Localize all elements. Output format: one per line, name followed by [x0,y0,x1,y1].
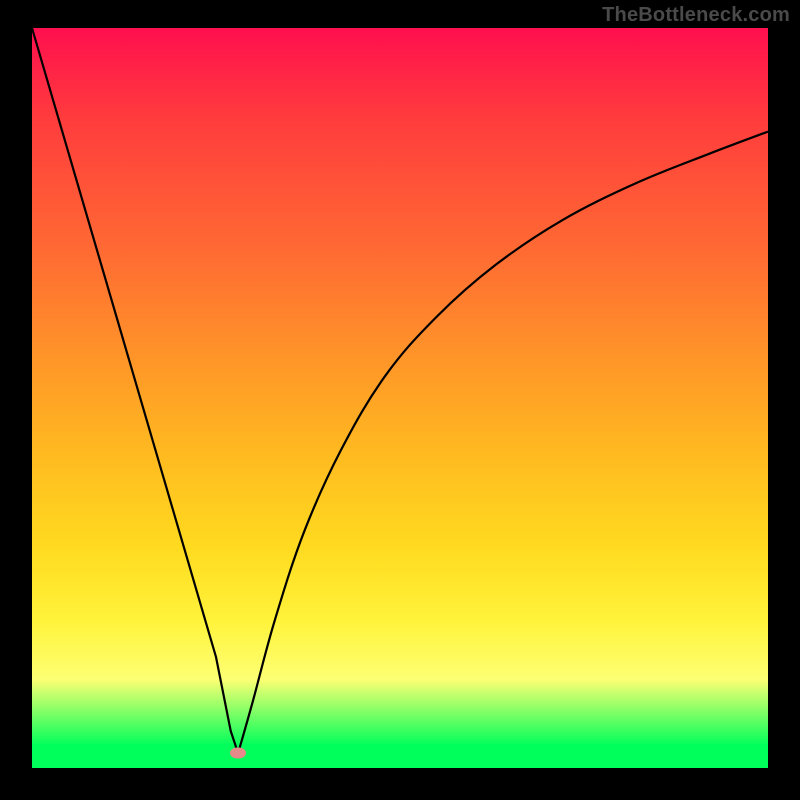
chart-frame: TheBottleneck.com [0,0,800,800]
plot-area [32,28,768,768]
bottleneck-curve [32,28,768,753]
minimum-marker-icon [230,748,246,759]
curve-svg [32,28,768,768]
watermark-text: TheBottleneck.com [602,4,790,27]
